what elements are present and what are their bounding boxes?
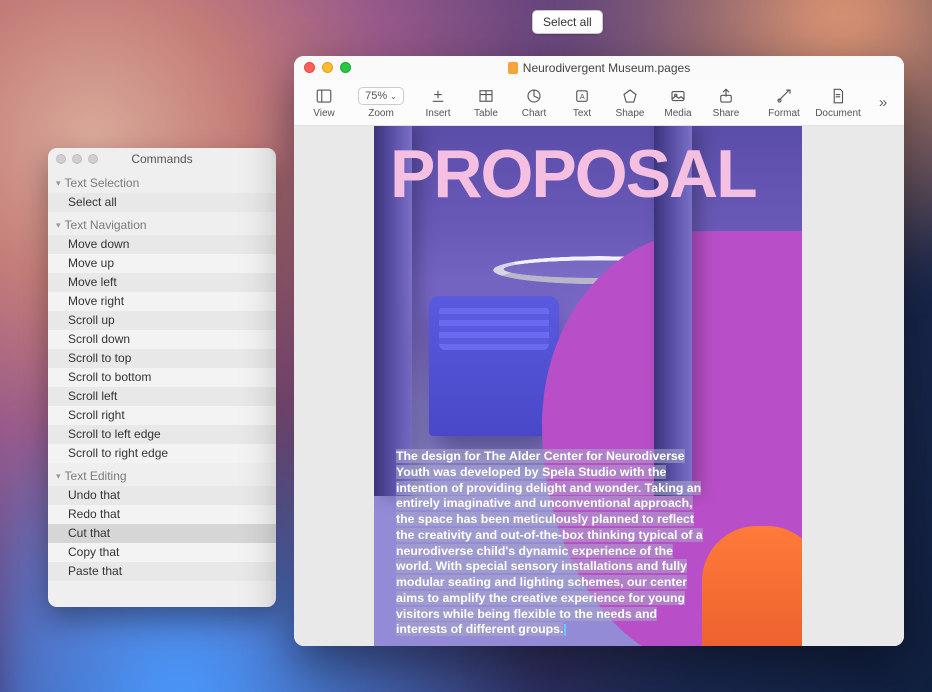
command-item[interactable]: Paste that — [48, 562, 276, 581]
command-item[interactable]: Cut that — [48, 524, 276, 543]
toolbar-overflow-icon[interactable]: » — [870, 94, 896, 111]
zoom-button[interactable]: 75%⌄ Zoom — [350, 86, 412, 119]
text-button[interactable]: A Text — [560, 86, 604, 119]
fullscreen-icon[interactable] — [340, 62, 351, 73]
pages-toolbar: View 75%⌄ Zoom Insert Table Chart A Text… — [294, 80, 904, 126]
shape-button[interactable]: Shape — [608, 86, 652, 119]
command-item[interactable]: Scroll to top — [48, 349, 276, 368]
page-body-text[interactable]: The design for The Alder Center for Neur… — [396, 449, 706, 638]
command-item[interactable]: Copy that — [48, 543, 276, 562]
table-button[interactable]: Table — [464, 86, 508, 119]
zoom-icon[interactable] — [88, 154, 98, 164]
command-item[interactable]: Scroll right — [48, 406, 276, 425]
command-item[interactable]: Scroll left — [48, 387, 276, 406]
command-item[interactable]: Scroll to left edge — [48, 425, 276, 444]
minimize-icon[interactable] — [72, 154, 82, 164]
commands-group-label: Text Editing — [65, 469, 127, 483]
commands-group-header[interactable]: ▾ Text Navigation — [48, 212, 276, 235]
close-icon[interactable] — [56, 154, 66, 164]
document-page[interactable]: PROPOSAL The design for The Alder Center… — [374, 126, 802, 646]
commands-group-label: Text Selection — [65, 176, 140, 190]
svg-text:A: A — [580, 92, 585, 101]
view-button[interactable]: View — [302, 86, 346, 119]
voice-command-tooltip: Select all — [532, 10, 603, 34]
command-item[interactable]: Scroll to bottom — [48, 368, 276, 387]
chevron-down-icon: ▾ — [56, 178, 61, 189]
command-item[interactable]: Scroll down — [48, 330, 276, 349]
pages-doc-icon — [508, 62, 518, 74]
commands-group-header[interactable]: ▾ Text Selection — [48, 170, 276, 193]
format-button[interactable]: Format — [762, 86, 806, 119]
text-caret — [564, 624, 566, 636]
pages-window: Neurodivergent Museum.pages View 75%⌄ Zo… — [294, 56, 904, 646]
command-item[interactable]: Redo that — [48, 505, 276, 524]
command-item[interactable]: Scroll up — [48, 311, 276, 330]
command-item[interactable]: Move up — [48, 254, 276, 273]
document-title: Neurodivergent Museum.pages — [508, 61, 690, 75]
commands-title: Commands — [131, 152, 192, 166]
selected-text[interactable]: The design for The Alder Center for Neur… — [396, 449, 703, 636]
commands-panel: Commands ▾ Text Selection Select all ▾ Text … — [48, 148, 276, 607]
command-item[interactable]: Select all — [48, 193, 276, 212]
command-item[interactable]: Move down — [48, 235, 276, 254]
close-icon[interactable] — [304, 62, 315, 73]
command-item[interactable]: Undo that — [48, 486, 276, 505]
insert-button[interactable]: Insert — [416, 86, 460, 119]
commands-group-label: Text Navigation — [65, 218, 147, 232]
document-canvas[interactable]: PROPOSAL The design for The Alder Center… — [294, 126, 904, 646]
media-button[interactable]: Media — [656, 86, 700, 119]
commands-titlebar[interactable]: Commands — [48, 148, 276, 170]
minimize-icon[interactable] — [322, 62, 333, 73]
chart-button[interactable]: Chart — [512, 86, 556, 119]
command-item[interactable]: Scroll to right edge — [48, 444, 276, 463]
tooltip-text: Select all — [543, 15, 592, 29]
command-item[interactable]: Move right — [48, 292, 276, 311]
page-headline[interactable]: PROPOSAL — [390, 144, 802, 205]
chevron-down-icon: ▾ — [56, 471, 61, 482]
pages-titlebar[interactable]: Neurodivergent Museum.pages — [294, 56, 904, 80]
share-button[interactable]: Share — [704, 86, 748, 119]
document-button[interactable]: Document — [810, 86, 866, 119]
commands-group-header[interactable]: ▾ Text Editing — [48, 463, 276, 486]
chevron-down-icon: ▾ — [56, 220, 61, 231]
command-item[interactable]: Move left — [48, 273, 276, 292]
chevron-down-icon: ⌄ — [390, 92, 397, 101]
